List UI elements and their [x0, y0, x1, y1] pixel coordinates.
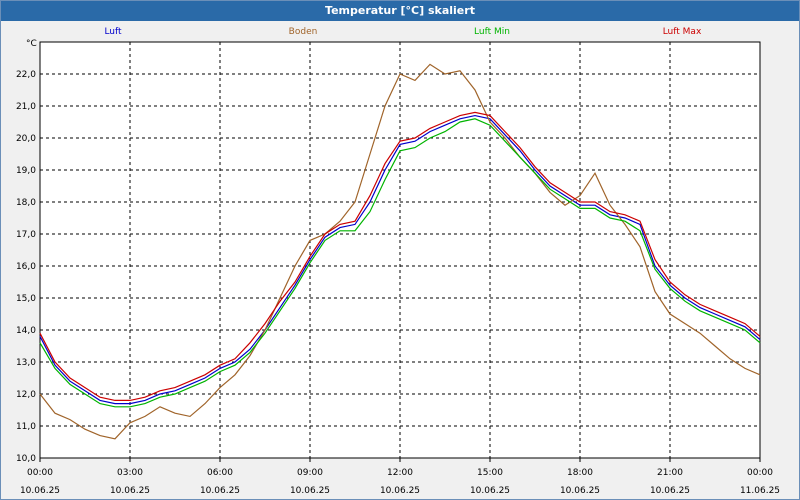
x-tick-date: 10.06.25	[290, 486, 330, 496]
x-tick-date: 10.06.25	[470, 486, 510, 496]
x-tick-date: 10.06.25	[200, 486, 240, 496]
x-tick-date: 10.06.25	[560, 486, 600, 496]
x-tick-date: 10.06.25	[110, 486, 150, 496]
legend-item-luft: Luft	[104, 27, 122, 37]
x-tick-time: 12:00	[387, 468, 413, 478]
y-tick-label: 16,0	[16, 262, 36, 272]
y-tick-label: 17,0	[16, 230, 36, 240]
y-tick-label: 22,0	[16, 70, 36, 80]
y-tick-label: 19,0	[16, 166, 36, 176]
legend-item-boden: Boden	[289, 27, 318, 37]
y-tick-label: 10,0	[16, 454, 36, 464]
x-tick-time: 03:00	[117, 468, 143, 478]
legend: Luft Boden Luft Min Luft Max	[104, 27, 702, 37]
y-tick-label: 14,0	[16, 326, 36, 336]
x-tick-date: 10.06.25	[380, 486, 420, 496]
y-tick-label: 21,0	[16, 102, 36, 112]
y-tick-label: 12,0	[16, 390, 36, 400]
x-tick-time: 00:00	[27, 468, 53, 478]
y-tick-label: 18,0	[16, 198, 36, 208]
x-tick-date: 10.06.25	[650, 486, 690, 496]
legend-item-luft-max: Luft Max	[663, 27, 702, 37]
x-tick-date: 10.06.25	[20, 486, 60, 496]
y-axis-label: °C	[26, 39, 37, 49]
y-tick-label: 11,0	[16, 422, 36, 432]
x-tick-time: 06:00	[207, 468, 233, 478]
legend-item-luft-min: Luft Min	[474, 27, 510, 37]
temperature-chart: Luft Boden Luft Min Luft Max 10,0 11,0 12,0 13…	[16, 27, 780, 496]
y-tick-label: 13,0	[16, 358, 36, 368]
x-tick-time: 00:00	[747, 468, 773, 478]
y-tick-label: 20,0	[16, 134, 36, 144]
y-tick-label: 15,0	[16, 294, 36, 304]
x-tick-time: 15:00	[477, 468, 503, 478]
x-tick-time: 18:00	[567, 468, 593, 478]
x-tick-time: 09:00	[297, 468, 323, 478]
x-tick-time: 21:00	[657, 468, 683, 478]
x-tick-date: 11.06.25	[740, 486, 780, 496]
